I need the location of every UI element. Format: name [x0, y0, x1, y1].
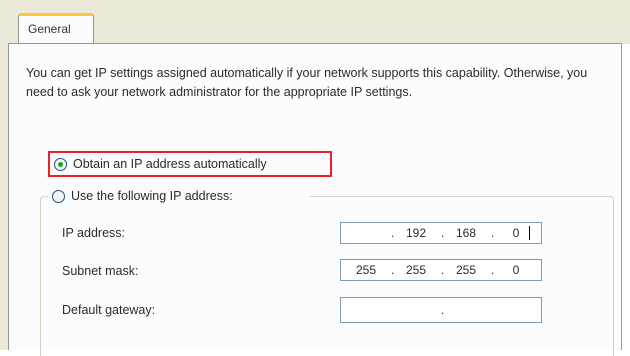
tab-strip — [8, 0, 630, 44]
use-following-ip-label: Use the following IP address: — [71, 189, 233, 203]
subnet-octet-2[interactable]: 255 — [391, 263, 441, 277]
radio-unselected-icon[interactable] — [52, 189, 65, 203]
obtain-ip-automatically-label: Obtain an IP address automatically — [73, 157, 267, 171]
subnet-mask-field[interactable]: 255 . 255 . 255 . 0 — [340, 259, 542, 281]
default-gateway-label: Default gateway: — [62, 303, 156, 317]
subnet-octet-3[interactable]: 255 — [441, 263, 491, 277]
radio-selected-icon[interactable] — [54, 157, 67, 171]
subnet-octet-4[interactable]: 0 — [491, 263, 541, 277]
tab-general[interactable]: General — [18, 13, 94, 44]
subnet-octet-1[interactable]: 255 — [341, 263, 391, 277]
text-cursor — [529, 226, 530, 240]
default-gateway-field[interactable]: . — [340, 297, 542, 323]
obtain-ip-automatically-option[interactable]: Obtain an IP address automatically — [48, 151, 332, 177]
use-following-ip-option[interactable]: Use the following IP address: — [52, 185, 233, 207]
ip-octet-2[interactable]: 192 — [391, 226, 441, 240]
ip-address-field[interactable]: . 192 . 168 . 0 — [340, 222, 542, 244]
ip-octet-4[interactable]: 0 — [491, 226, 541, 240]
subnet-mask-label: Subnet mask: — [62, 264, 139, 278]
intro-text: You can get IP settings assigned automat… — [26, 66, 588, 99]
ip-address-label: IP address: — [62, 226, 126, 240]
ip-octet-3[interactable]: 168 — [441, 226, 491, 240]
